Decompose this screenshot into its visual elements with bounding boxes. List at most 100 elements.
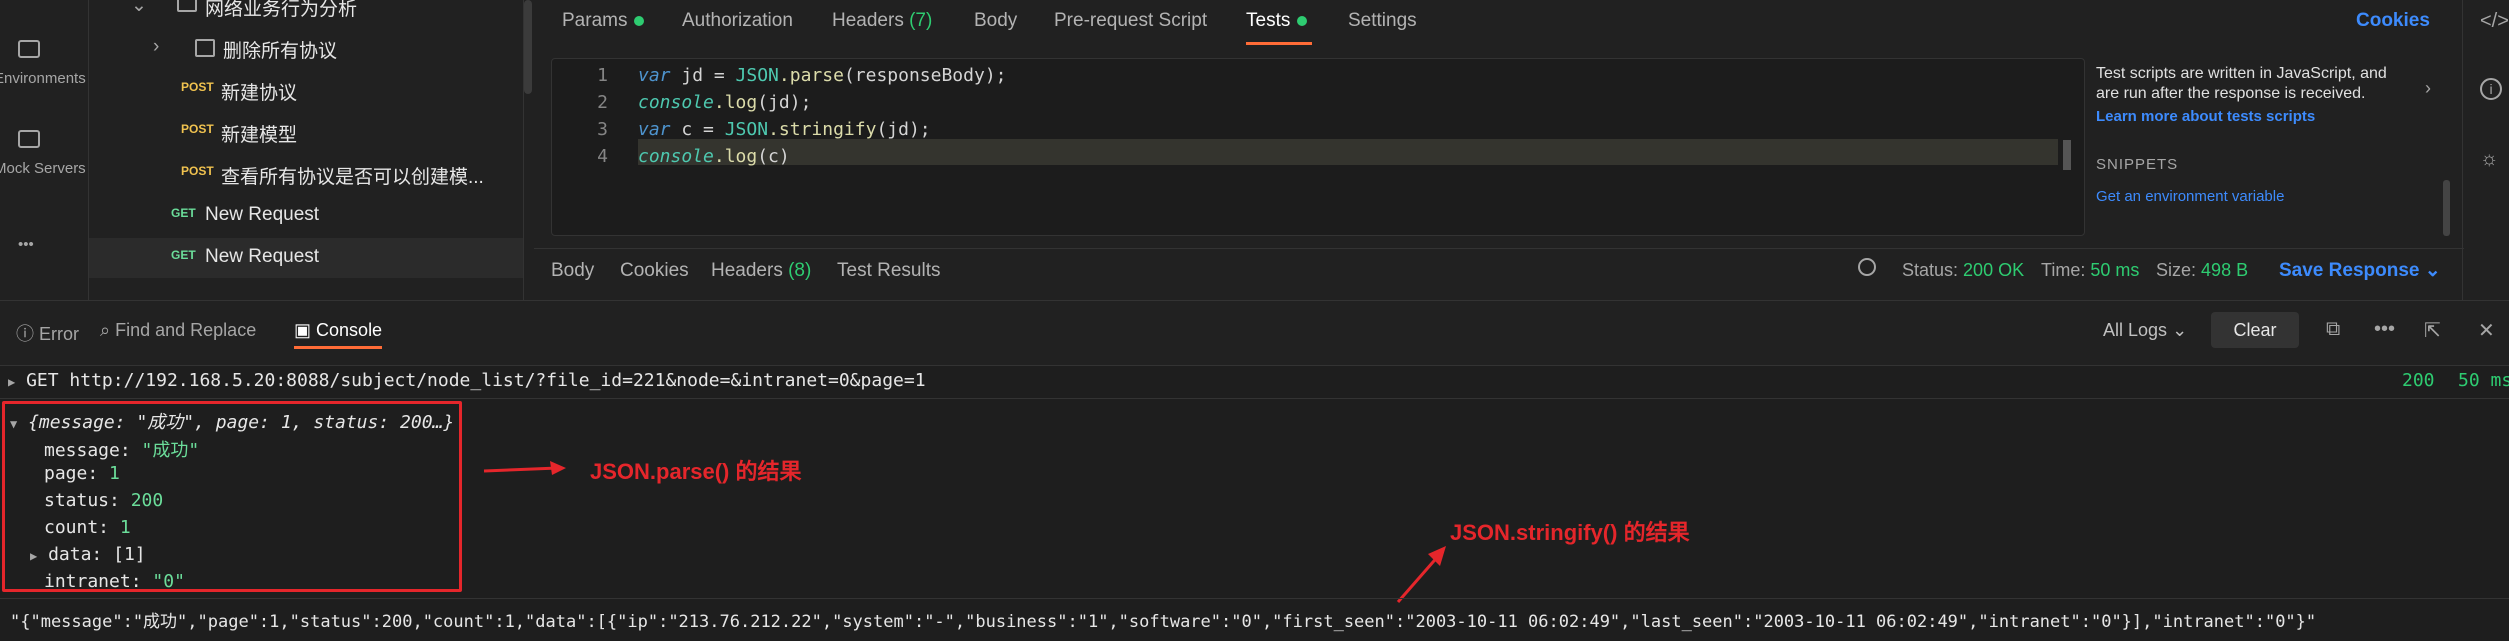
test-script-editor[interactable]: 1 2 3 4 var jd = JSON.parse(responseBody… xyxy=(551,58,2085,236)
request-status: 200 xyxy=(2402,370,2435,391)
folder-icon xyxy=(177,0,197,12)
tree-request[interactable]: POST 查看所有协议是否可以创建模... xyxy=(89,154,523,194)
tab-label: Find and Replace xyxy=(115,320,257,340)
copy-icon[interactable]: ⧉ xyxy=(2326,318,2340,341)
tab-authorization[interactable]: Authorization xyxy=(682,10,793,32)
response-time: Time: 50 ms xyxy=(2041,260,2139,281)
tab-label: Tests xyxy=(1246,10,1291,31)
tab-params[interactable]: Params xyxy=(562,10,645,32)
tab-count: (8) xyxy=(788,260,812,281)
field-value: 200 xyxy=(130,490,164,511)
code-line: console.log(c) xyxy=(638,146,790,167)
console-tab-find-replace[interactable]: ⌕ Find and Replace xyxy=(100,320,256,341)
code-text: (jd); xyxy=(757,92,812,113)
popout-icon[interactable]: ⇱ xyxy=(2424,318,2441,343)
request-name: New Request xyxy=(205,204,320,225)
time-value: 50 ms xyxy=(2090,260,2140,280)
field-key: page: xyxy=(44,463,99,484)
annotation-arrow-stringify xyxy=(1396,546,1446,603)
object-summary[interactable]: ▼ {message: "成功", page: 1, status: 200…} xyxy=(10,408,454,434)
response-tab-headers[interactable]: Headers (8) xyxy=(711,260,811,282)
snippet-get-env-variable[interactable]: Get an environment variable xyxy=(2096,188,2284,205)
status-dot xyxy=(1297,15,1308,26)
object-field[interactable]: ▶ data: [1] xyxy=(30,544,146,565)
folder-label: 删除所有协议 xyxy=(223,41,338,62)
sidebar-scrollbar[interactable] xyxy=(524,0,532,94)
tree-request-selected[interactable]: GET New Request xyxy=(89,238,523,278)
response-size: Size: 498 B xyxy=(2156,260,2248,281)
close-icon[interactable]: ✕ xyxy=(2478,318,2495,343)
field-key: count: xyxy=(44,517,110,538)
response-status: Status: 200 OK xyxy=(1902,260,2024,281)
code-icon[interactable]: </> xyxy=(2480,10,2509,33)
code-line: var jd = JSON.parse(responseBody); xyxy=(638,65,1007,86)
editor-scrollbar[interactable] xyxy=(2063,140,2071,170)
object-field: message: "成功" xyxy=(44,436,199,462)
method-badge: GET xyxy=(171,248,196,262)
expand-icon: ▶ xyxy=(30,549,38,563)
request-name: New Request xyxy=(205,246,320,267)
field-value: "0" xyxy=(152,571,185,592)
tree-request[interactable]: POST 新建协议 xyxy=(89,70,523,110)
chevron-down-icon: ⌄ xyxy=(131,0,147,16)
divider xyxy=(0,398,2509,399)
code-function: .stringify xyxy=(768,119,877,140)
size-label: Size: xyxy=(2156,260,2197,280)
chevron-right-icon[interactable]: › xyxy=(2425,78,2431,99)
object-field: status: 200 xyxy=(44,490,163,511)
clear-button[interactable]: Clear xyxy=(2211,312,2299,348)
learn-more-link[interactable]: Learn more about tests scripts xyxy=(2096,108,2315,125)
stringified-log-line[interactable]: "{"message":"成功","page":1,"status":200,"… xyxy=(10,607,2316,632)
code-object: JSON xyxy=(724,119,769,140)
tree-folder[interactable]: ⌄ 网络业务行为分析 xyxy=(89,0,523,26)
tab-body[interactable]: Body xyxy=(974,10,1017,32)
tab-prerequest[interactable]: Pre-request Script xyxy=(1054,10,1207,32)
save-response-label: Save Response xyxy=(2279,260,2420,281)
tree-request[interactable]: POST 新建模型 xyxy=(89,112,523,152)
response-tab-cookies[interactable]: Cookies xyxy=(620,260,689,282)
tab-tests[interactable]: Tests xyxy=(1246,10,1308,32)
tab-settings[interactable]: Settings xyxy=(1348,10,1417,32)
code-line: var c = JSON.stringify(jd); xyxy=(638,119,931,140)
code-object: JSON xyxy=(735,65,779,86)
tree-folder-delete[interactable]: › 删除所有协议 xyxy=(89,28,523,68)
code-text: (c) xyxy=(757,146,790,167)
code-text: c = xyxy=(670,119,725,140)
status-dot xyxy=(634,15,645,26)
line-number: 2 xyxy=(597,92,608,113)
tab-label: Headers xyxy=(832,10,904,31)
tab-count: (7) xyxy=(909,10,933,31)
request-tabs xyxy=(534,0,2509,50)
method-badge: GET xyxy=(171,206,196,220)
response-tab-body[interactable]: Body xyxy=(551,260,594,282)
field-value: 1 xyxy=(119,517,131,538)
field-value: [1] xyxy=(113,544,146,565)
annotation-arrow-parse xyxy=(483,461,566,475)
globe-icon[interactable] xyxy=(1858,258,1876,276)
cookies-link[interactable]: Cookies xyxy=(2356,10,2430,32)
tree-request[interactable]: GET New Request xyxy=(89,196,523,236)
rail-item-environments[interactable]: Environments xyxy=(0,40,88,87)
field-key: message: xyxy=(44,440,131,461)
field-key: data: xyxy=(48,544,103,565)
save-response-button[interactable]: Save Response ⌄ xyxy=(2279,259,2441,282)
all-logs-dropdown[interactable]: All Logs ⌄ xyxy=(2103,320,2187,341)
tab-headers[interactable]: Headers (7) xyxy=(832,10,932,32)
response-tab-test-results[interactable]: Test Results xyxy=(837,260,940,282)
collapse-icon: ▼ xyxy=(10,417,18,431)
snippets-scrollbar[interactable] xyxy=(2443,180,2450,236)
console-tab-error[interactable]: ⓘ Error xyxy=(16,320,79,346)
code-function: .parse xyxy=(778,65,844,86)
more-icon[interactable]: ••• xyxy=(2374,318,2395,341)
console-tab-console[interactable]: ▣ Console xyxy=(294,320,382,341)
method-badge: POST xyxy=(181,164,214,178)
rail-item-mock-servers[interactable]: Mock Servers xyxy=(0,130,88,177)
lightbulb-icon[interactable]: ☼ xyxy=(2480,148,2498,171)
field-key: intranet: xyxy=(44,571,142,592)
request-log-line[interactable]: ▶ GET http://192.168.5.20:8088/subject/n… xyxy=(8,370,926,391)
field-key: status: xyxy=(44,490,120,511)
tab-label: Params xyxy=(562,10,628,31)
method-badge: POST xyxy=(181,122,214,136)
info-icon[interactable]: i xyxy=(2480,78,2502,100)
snippets-title: SNIPPETS xyxy=(2096,156,2179,173)
